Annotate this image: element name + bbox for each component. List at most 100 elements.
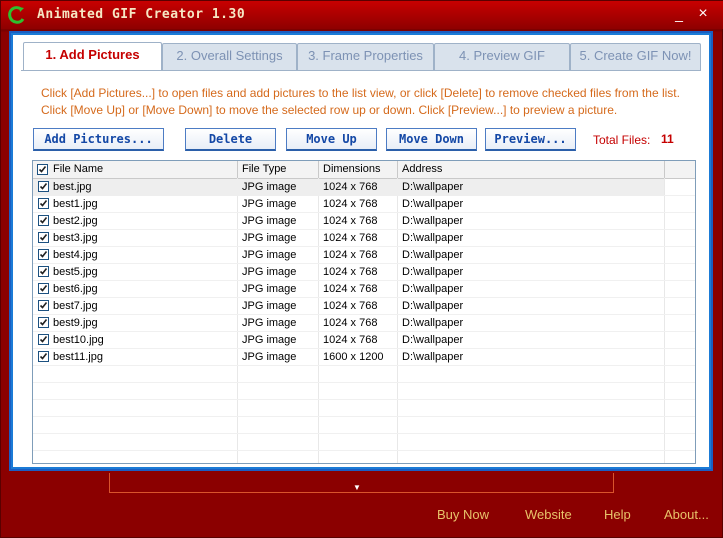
cell-address: D:\wallpaper xyxy=(402,283,464,295)
cell-file-name: best3.jpg xyxy=(53,232,98,244)
column-dimensions[interactable]: Dimensions xyxy=(319,161,398,178)
checkbox-icon xyxy=(39,302,48,309)
cell-dimensions: 1024 x 768 xyxy=(323,283,378,295)
move-up-button[interactable]: Move Up xyxy=(286,128,377,151)
cell-file-type: JPG image xyxy=(242,317,297,329)
help-link[interactable]: Help xyxy=(604,507,631,522)
tab-add-pictures[interactable]: 1. Add Pictures xyxy=(23,42,162,71)
cell-file-name: best4.jpg xyxy=(53,249,98,261)
cell-file-name: best5.jpg xyxy=(53,266,98,278)
tab-create-gif[interactable]: 5. Create GIF Now! xyxy=(570,43,701,70)
row-checkbox[interactable] xyxy=(38,249,49,260)
table-row[interactable]: best11.jpg JPG image 1600 x 1200 D:\wallpap… xyxy=(33,349,664,366)
row-checkbox[interactable] xyxy=(38,181,49,192)
cell-address: D:\wallpaper xyxy=(402,266,464,278)
table-row[interactable]: best6.jpg JPG image 1024 x 768 D:\wallpaper xyxy=(33,281,664,298)
cell-file-type: JPG image xyxy=(242,283,297,295)
cell-file-type: JPG image xyxy=(242,334,297,346)
row-divider xyxy=(33,450,695,451)
row-checkbox[interactable] xyxy=(38,232,49,243)
cell-dimensions: 1024 x 768 xyxy=(323,334,378,346)
row-checkbox[interactable] xyxy=(38,266,49,277)
cell-dimensions: 1024 x 768 xyxy=(323,181,378,193)
row-checkbox[interactable] xyxy=(38,283,49,294)
checkbox-icon xyxy=(39,251,48,258)
cell-address: D:\wallpaper xyxy=(402,249,464,261)
checkbox-icon xyxy=(38,166,47,173)
instructions: Click [Add Pictures...] to open files an… xyxy=(41,85,701,119)
cell-file-type: JPG image xyxy=(242,232,297,244)
table-row[interactable]: best5.jpg JPG image 1024 x 768 D:\wallpaper xyxy=(33,264,664,281)
cell-file-type: JPG image xyxy=(242,300,297,312)
tab-frame-properties[interactable]: 3. Frame Properties xyxy=(297,43,434,70)
cell-file-type: JPG image xyxy=(242,351,297,363)
cell-address: D:\wallpaper xyxy=(402,215,464,227)
select-all-checkbox[interactable] xyxy=(37,164,48,175)
checkbox-icon xyxy=(39,217,48,224)
checkbox-icon xyxy=(39,234,48,241)
list-header: File Name File Type Dimensions Address xyxy=(33,161,695,179)
table-row[interactable]: best.jpg JPG image 1024 x 768 D:\wallpaper xyxy=(33,179,664,196)
main-panel: 1. Add Pictures 2. Overall Settings 3. F… xyxy=(9,31,713,471)
panel-content: 1. Add Pictures 2. Overall Settings 3. F… xyxy=(13,35,709,467)
cell-file-name: best7.jpg xyxy=(53,300,98,312)
row-checkbox[interactable] xyxy=(38,351,49,362)
table-row[interactable]: best1.jpg JPG image 1024 x 768 D:\wallpaper xyxy=(33,196,664,213)
column-file-name-label: File Name xyxy=(53,163,104,175)
checkbox-icon xyxy=(39,319,48,326)
tab-preview-gif[interactable]: 4. Preview GIF xyxy=(434,43,570,70)
table-row[interactable]: best10.jpg JPG image 1024 x 768 D:\wallpape… xyxy=(33,332,664,349)
cell-file-name: best6.jpg xyxy=(53,283,98,295)
move-down-button[interactable]: Move Down xyxy=(386,128,477,151)
row-checkbox[interactable] xyxy=(38,198,49,209)
cell-file-type: JPG image xyxy=(242,249,297,261)
column-file-name[interactable]: File Name xyxy=(33,161,238,178)
cell-dimensions: 1024 x 768 xyxy=(323,249,378,261)
bottom-expander[interactable] xyxy=(109,473,614,493)
tab-divider xyxy=(21,70,701,71)
cell-dimensions: 1024 x 768 xyxy=(323,232,378,244)
close-button[interactable]: × xyxy=(695,6,711,22)
column-spacer xyxy=(665,161,695,178)
row-checkbox[interactable] xyxy=(38,215,49,226)
cell-address: D:\wallpaper xyxy=(402,351,464,363)
cell-dimensions: 1600 x 1200 xyxy=(323,351,384,363)
grid-line xyxy=(664,178,665,463)
preview-button[interactable]: Preview... xyxy=(485,128,576,151)
column-file-type[interactable]: File Type xyxy=(238,161,319,178)
table-row[interactable]: best4.jpg JPG image 1024 x 768 D:\wallpaper xyxy=(33,247,664,264)
checkbox-icon xyxy=(39,353,48,360)
file-list[interactable]: File Name File Type Dimensions Address b… xyxy=(32,160,696,464)
table-row[interactable]: best3.jpg JPG image 1024 x 768 D:\wallpaper xyxy=(33,230,664,247)
cell-file-name: best10.jpg xyxy=(53,334,104,346)
cell-file-name: best2.jpg xyxy=(53,215,98,227)
tab-overall-settings[interactable]: 2. Overall Settings xyxy=(162,43,297,70)
cell-dimensions: 1024 x 768 xyxy=(323,300,378,312)
website-link[interactable]: Website xyxy=(525,507,572,522)
cell-file-name: best.jpg xyxy=(53,181,92,193)
cell-address: D:\wallpaper xyxy=(402,317,464,329)
cell-dimensions: 1024 x 768 xyxy=(323,198,378,210)
expand-arrow-icon[interactable]: ▼ xyxy=(353,483,361,492)
delete-button[interactable]: Delete xyxy=(185,128,276,151)
cell-dimensions: 1024 x 768 xyxy=(323,215,378,227)
row-checkbox[interactable] xyxy=(38,300,49,311)
table-row[interactable]: best2.jpg JPG image 1024 x 768 D:\wallpaper xyxy=(33,213,664,230)
add-pictures-button[interactable]: Add Pictures... xyxy=(33,128,164,151)
cell-dimensions: 1024 x 768 xyxy=(323,317,378,329)
title-bar[interactable]: Animated GIF Creator 1.30 _ × xyxy=(1,1,723,29)
cell-address: D:\wallpaper xyxy=(402,334,464,346)
instruction-line-2: Click [Move Up] or [Move Down] to move t… xyxy=(41,103,618,117)
minimize-button[interactable]: _ xyxy=(671,6,687,22)
row-checkbox[interactable] xyxy=(38,334,49,345)
row-checkbox[interactable] xyxy=(38,317,49,328)
table-row[interactable]: best7.jpg JPG image 1024 x 768 D:\wallpaper xyxy=(33,298,664,315)
cell-file-type: JPG image xyxy=(242,215,297,227)
cell-address: D:\wallpaper xyxy=(402,232,464,244)
total-files-label: Total Files: xyxy=(593,133,651,147)
table-row[interactable]: best9.jpg JPG image 1024 x 768 D:\wallpaper xyxy=(33,315,664,332)
about-link[interactable]: About... xyxy=(664,507,709,522)
checkbox-icon xyxy=(39,268,48,275)
column-address[interactable]: Address xyxy=(398,161,665,178)
buy-now-link[interactable]: Buy Now xyxy=(437,507,489,522)
